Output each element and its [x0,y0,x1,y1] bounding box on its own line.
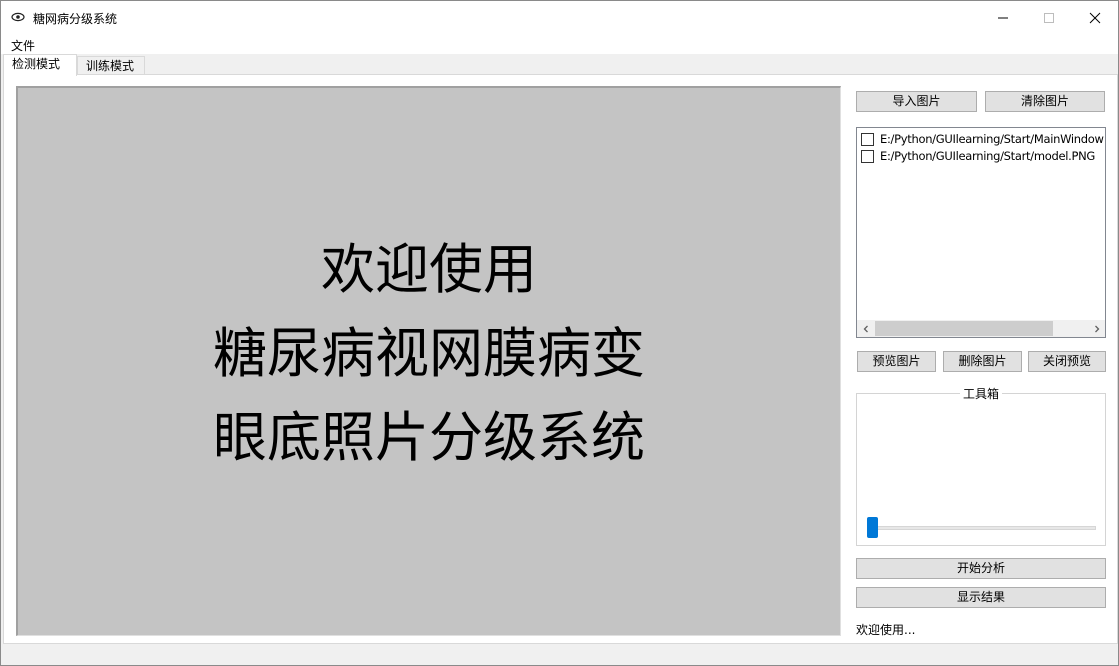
menu-bar: 文件 [1,34,1118,54]
close-icon [1089,12,1101,23]
welcome-line-1: 欢迎使用 [321,238,537,301]
minimize-icon [998,17,1008,18]
eye-icon [11,10,25,24]
maximize-icon [1044,12,1054,23]
maximize-button[interactable] [1026,1,1072,34]
welcome-line-3: 眼底照片分级系统 [213,406,645,469]
status-message: 欢迎使用... [856,623,916,637]
status-bar [1,644,1118,665]
menu-file[interactable]: 文件 [11,37,35,54]
image-display-panel: 欢迎使用 糖尿病视网膜病变 眼底照片分级系统 [16,86,841,636]
toolbox-group: 工具箱 [856,385,1106,546]
slider-track[interactable] [871,526,1096,530]
chevron-right-icon [1094,325,1099,332]
file-path: E:/Python/GUIlearning/Start/model.PNG [880,149,1096,163]
scroll-left-button[interactable] [857,320,874,337]
tab-bar: 检测模式 训练模式 [1,54,1118,76]
welcome-message: 欢迎使用 糖尿病视网膜病变 眼底照片分级系统 [18,228,840,480]
delete-image-button[interactable]: 删除图片 [943,351,1022,372]
file-path: E:/Python/GUIlearning/Start/MainWindow [880,132,1104,146]
close-button[interactable] [1072,1,1118,34]
main-window: 糖网病分级系统 文件 检测模式 训练模式 欢迎使用 糖尿病视网膜病变 眼底照片分… [0,0,1119,666]
scroll-right-button[interactable] [1088,320,1105,337]
chevron-left-icon [863,325,868,332]
import-image-button[interactable]: 导入图片 [856,91,977,112]
clear-images-button[interactable]: 清除图片 [985,91,1105,112]
toolbox-title: 工具箱 [960,385,1003,402]
tab-detection-mode[interactable]: 检测模式 [3,54,77,76]
horizontal-scrollbar[interactable] [857,320,1105,337]
window-title: 糖网病分级系统 [33,12,118,26]
image-file-list[interactable]: E:/Python/GUIlearning/Start/MainWindow E… [856,127,1106,338]
preview-image-button[interactable]: 预览图片 [857,351,936,372]
minimize-button[interactable] [980,1,1026,34]
title-bar[interactable]: 糖网病分级系统 [1,1,1118,34]
start-analysis-button[interactable]: 开始分析 [856,558,1106,579]
tab-pane-detection: 欢迎使用 糖尿病视网膜病变 眼底照片分级系统 导入图片 清除图片 E:/Pyth… [3,74,1118,644]
slider-handle[interactable] [867,517,878,538]
file-checkbox[interactable] [861,133,874,146]
welcome-line-2: 糖尿病视网膜病变 [213,322,645,385]
file-checkbox[interactable] [861,150,874,163]
tab-training-mode[interactable]: 训练模式 [77,56,145,76]
close-preview-button[interactable]: 关闭预览 [1028,351,1106,372]
scroll-thumb[interactable] [875,321,1053,336]
show-results-button[interactable]: 显示结果 [856,587,1106,608]
